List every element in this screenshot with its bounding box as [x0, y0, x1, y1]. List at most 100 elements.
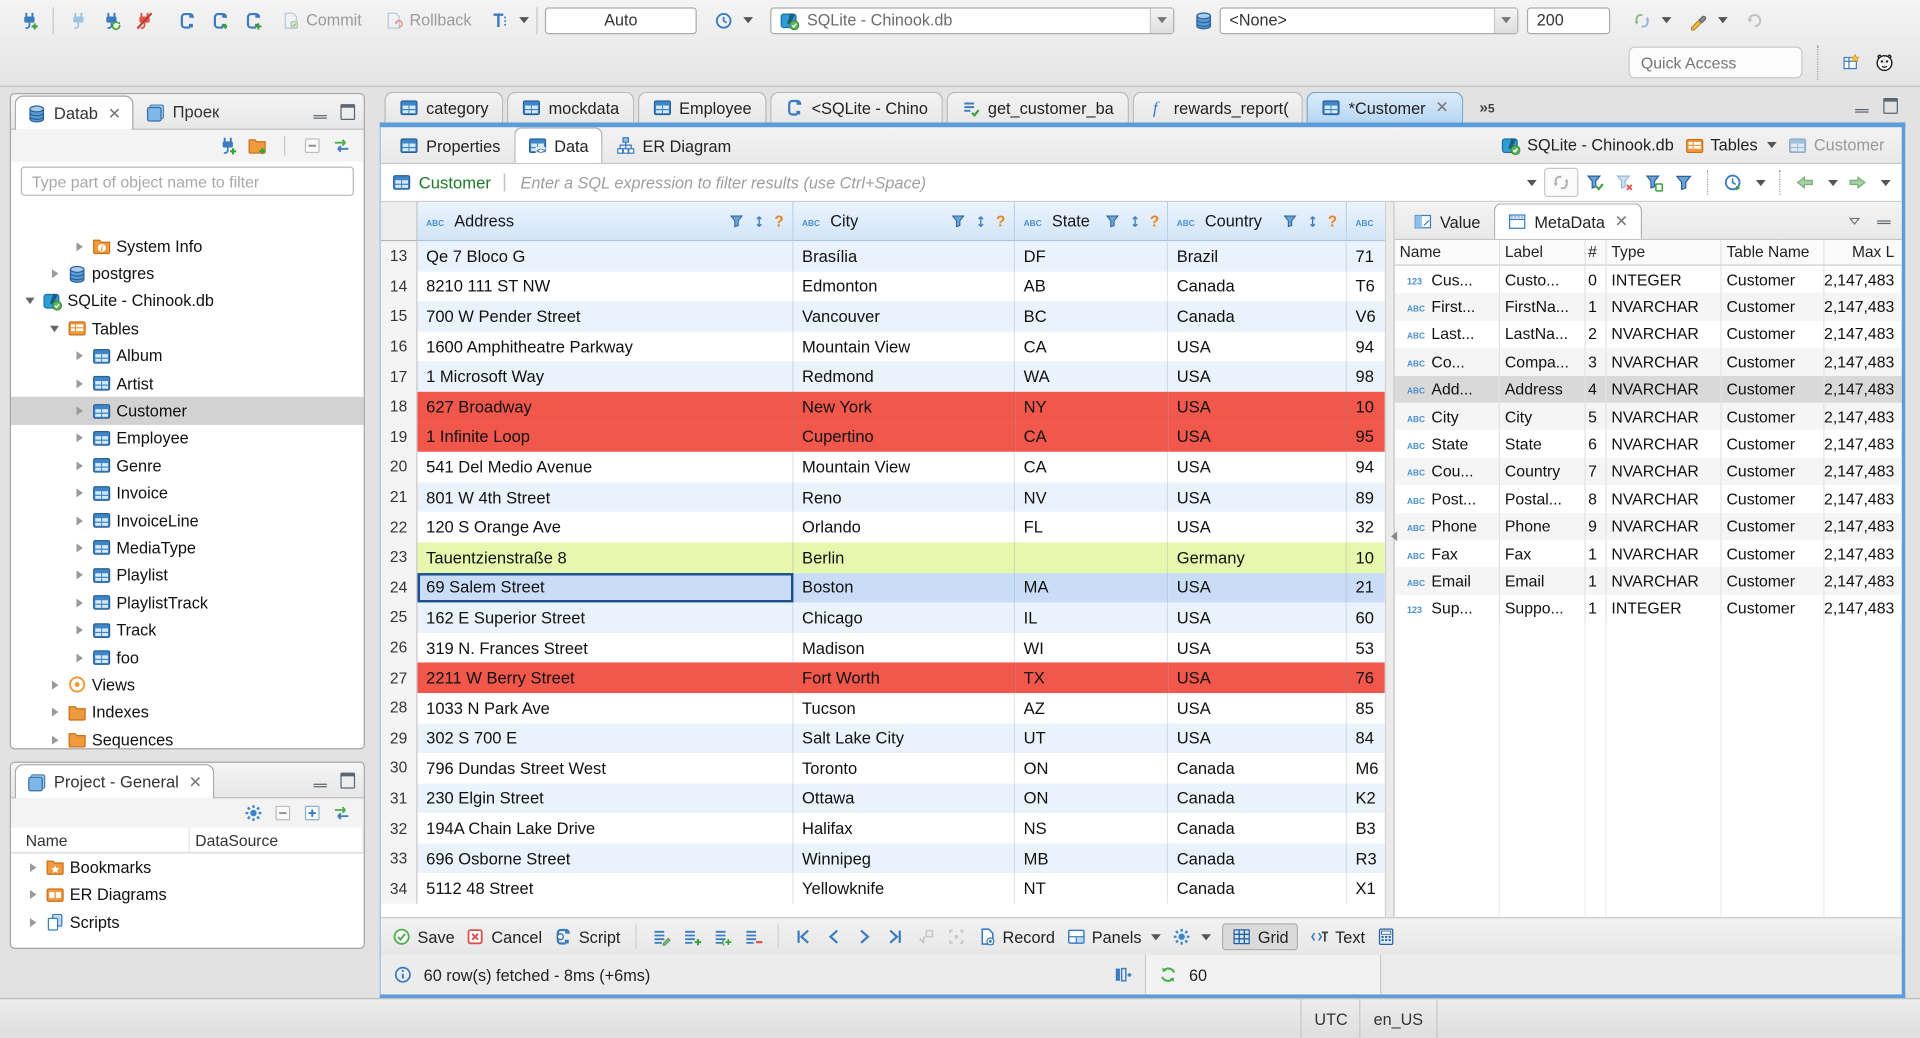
tree-item[interactable]: Sequences [11, 726, 364, 748]
grid-cell[interactable]: Mountain View [793, 331, 1016, 362]
metadata-row[interactable]: ABC Last... LastNa... 2 NVARCHAR Customer… [1395, 320, 1902, 348]
grid-cell[interactable]: ON [1015, 753, 1169, 784]
new-connection-icon[interactable] [218, 136, 238, 156]
maximize-icon[interactable] [340, 772, 356, 789]
metadata-row[interactable]: ABC State State 6 NVARCHAR Customer 2,147… [1395, 430, 1902, 458]
schema-dropdown[interactable] [1493, 7, 1518, 33]
save-filter-icon[interactable] [1644, 173, 1664, 193]
subtab-data[interactable]: <> Data [513, 127, 603, 163]
sort-icon[interactable] [974, 214, 989, 229]
grid-cell[interactable]: Canada [1168, 843, 1347, 874]
row-number-header[interactable] [380, 202, 418, 242]
table-row[interactable]: 34 5112 48 Street Yellowknife NT Canada X1 [380, 873, 1385, 904]
filter-history-dropdown[interactable] [1526, 179, 1537, 186]
grid-cell[interactable]: Winnipeg [793, 843, 1016, 874]
metadata-row[interactable]: 123 Cus... Custo... 0 INTEGER Customer 2,… [1395, 265, 1902, 294]
grid-cell[interactable]: Ottawa [793, 783, 1016, 814]
grid-cell[interactable]: Reno [793, 482, 1016, 513]
active-schema-combo[interactable]: <None> [1219, 6, 1519, 34]
grid-cell[interactable]: Brasília [793, 241, 1016, 272]
maximize-icon[interactable] [340, 104, 356, 121]
editor-tab[interactable]: Employee [637, 91, 767, 123]
refresh-button[interactable] [1544, 167, 1579, 198]
tab-project-general[interactable]: Project - General ✕ [14, 764, 215, 799]
metadata-column-header[interactable]: Table Name [1722, 240, 1825, 265]
next-row-icon[interactable] [854, 927, 874, 947]
grid-cell[interactable]: USA [1168, 632, 1347, 663]
delete-row-icon[interactable] [743, 927, 763, 947]
table-row[interactable]: 14 8210 111 ST NW Edmonton AB Canada T6 [380, 271, 1385, 302]
grid-cell[interactable]: Berlin [793, 542, 1016, 573]
grid-cell[interactable]: BC [1015, 301, 1169, 332]
table-row[interactable]: 23 Tauentzienstraße 8 Berlin Germany 10 [380, 542, 1385, 573]
grid-cell[interactable]: DF [1015, 241, 1169, 272]
new-folder-icon[interactable] [247, 136, 267, 156]
grid-cell[interactable]: V6 [1346, 301, 1385, 332]
grid-cell[interactable]: UT [1015, 723, 1169, 754]
grid-cell[interactable]: 10 [1346, 542, 1385, 573]
grid-cell[interactable]: Qe 7 Bloco G [417, 241, 794, 272]
text-view-button[interactable]: Text [1309, 927, 1365, 947]
minimize-icon[interactable] [1877, 219, 1891, 224]
grid-cell[interactable]: 120 S Orange Ave [417, 512, 794, 543]
data-perspective-icon[interactable] [1834, 48, 1867, 77]
chevron-down-icon[interactable] [45, 321, 62, 337]
grid-cell[interactable]: 94 [1346, 452, 1385, 483]
close-icon[interactable]: ✕ [108, 103, 121, 123]
tree-item[interactable]: Playlist [11, 562, 364, 589]
column-header-name[interactable]: Name [11, 827, 190, 853]
grid-cell[interactable]: CA [1015, 331, 1169, 362]
grid-cell[interactable]: Canada [1168, 271, 1347, 302]
editor-tab[interactable]: f rewards_report( [1132, 91, 1304, 123]
grid-cell[interactable]: ON [1015, 783, 1169, 814]
chevron-right-icon[interactable] [45, 732, 62, 748]
grid-cell[interactable]: USA [1168, 482, 1347, 513]
chevron-right-icon[interactable] [45, 704, 62, 720]
table-row[interactable]: 33 696 Osborne Street Winnipeg MB Canada R3 [380, 843, 1385, 874]
grid-cell[interactable]: 84 [1346, 723, 1385, 754]
grid-cell[interactable]: Toronto [793, 753, 1016, 784]
connect-icon[interactable] [61, 6, 94, 35]
duplicate-row-icon[interactable] [712, 927, 732, 947]
chevron-right-icon[interactable] [70, 650, 87, 666]
table-row[interactable]: 15 700 W Pender Street Vancouver BC Canada V6 [380, 301, 1385, 332]
tree-item[interactable]: Customer [11, 397, 364, 425]
subtab-properties[interactable]: Properties [386, 127, 514, 163]
sort-icon[interactable] [1306, 214, 1321, 229]
grid-cell[interactable]: USA [1168, 662, 1347, 693]
chevron-right-icon[interactable] [23, 887, 40, 903]
grid-cell[interactable]: IL [1015, 602, 1169, 633]
open-sql-script-icon[interactable] [203, 6, 236, 35]
table-row[interactable]: 28 1033 N Park Ave Tucson AZ USA 85 [380, 692, 1385, 724]
auto-refresh-dropdown[interactable] [1755, 179, 1766, 186]
view-menu-icon[interactable] [1847, 213, 1863, 229]
add-row-icon[interactable] [682, 927, 702, 947]
chevron-right-icon[interactable] [70, 375, 87, 391]
table-row[interactable]: 13 Qe 7 Bloco G Brasília DF Brazil 71 [380, 241, 1385, 272]
expand-all-icon[interactable] [302, 803, 322, 823]
grid-cell[interactable]: USA [1168, 692, 1347, 724]
table-row[interactable]: 25 162 E Superior Street Chicago IL USA 60 [380, 602, 1385, 633]
chevron-right-icon[interactable] [70, 567, 87, 583]
grid-cell[interactable]: WA [1015, 361, 1169, 392]
row-number[interactable]: 19 [380, 421, 418, 453]
column-header-datasource[interactable]: DataSource [189, 827, 364, 853]
grid-cell[interactable]: 230 Elgin Street [417, 783, 794, 814]
chevron-right-icon[interactable] [70, 485, 87, 501]
grid-cell[interactable]: Boston [793, 572, 1016, 603]
tab-metadata[interactable]: MetaData ✕ [1493, 203, 1642, 239]
grid-cell[interactable]: 5112 48 Street [417, 873, 794, 904]
table-row[interactable]: 21 801 W 4th Street Reno NV USA 89 [380, 482, 1385, 513]
close-icon[interactable]: ✕ [1435, 98, 1448, 118]
commit-button[interactable]: Commit [280, 10, 362, 30]
commit-mode-combo[interactable]: Auto [544, 6, 697, 34]
grid-cell[interactable]: 1600 Amphitheatre Parkway [417, 331, 794, 362]
grid-cell[interactable]: Salt Lake City [793, 723, 1016, 754]
back-dropdown[interactable] [1828, 179, 1838, 186]
editor-tab[interactable]: mockdata [506, 91, 634, 123]
column-header-city[interactable]: ABC City? [793, 202, 1016, 242]
collapse-all-icon[interactable] [273, 803, 293, 823]
grid-cell[interactable]: 8210 111 ST NW [417, 271, 794, 302]
panels-button[interactable]: Panels [1066, 927, 1162, 947]
table-row[interactable]: 26 319 N. Frances Street Madison WI USA 53 [380, 632, 1385, 663]
